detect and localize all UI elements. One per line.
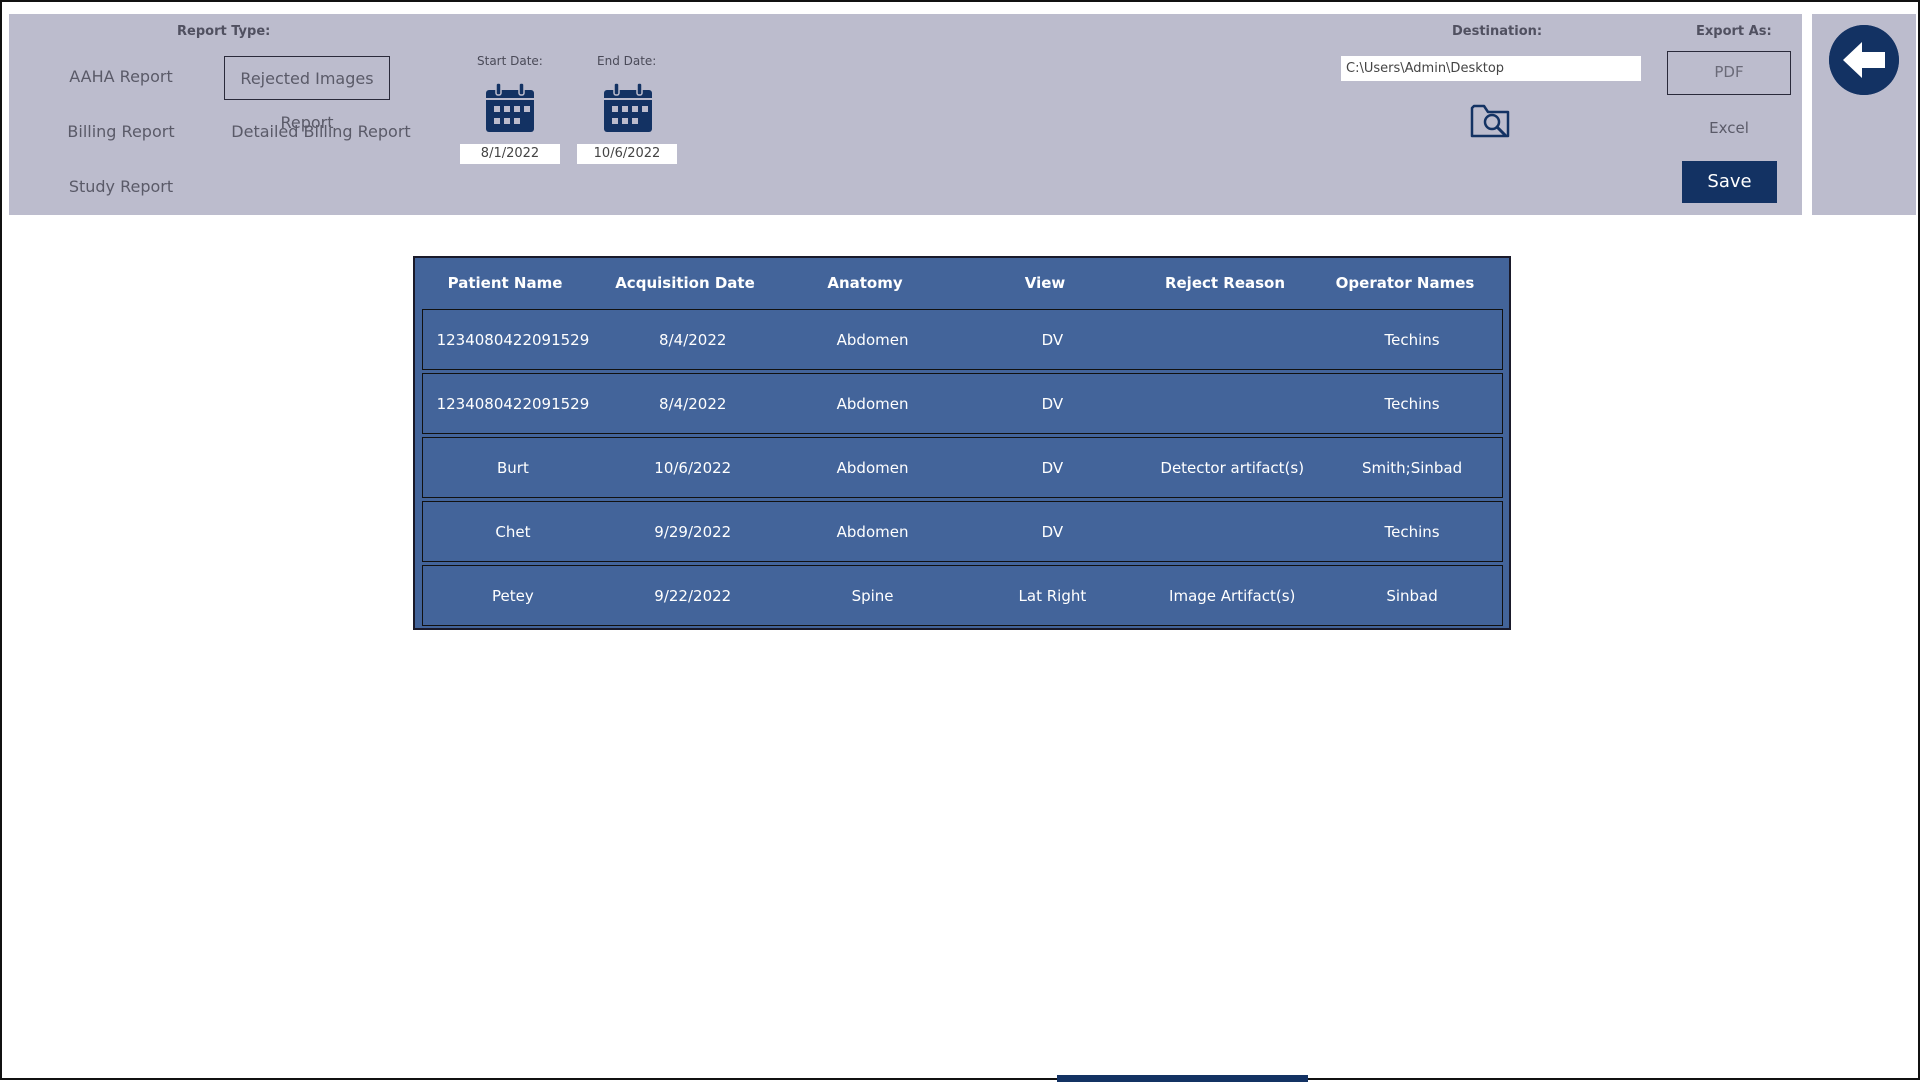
cell-patient-name: Petey — [492, 586, 534, 605]
export-as-label: Export As: — [1696, 24, 1772, 39]
rejected-images-table: Patient Name Acquisition Date Anatomy Vi… — [413, 256, 1511, 630]
cell-view: Lat Right — [1018, 586, 1087, 605]
folder-search-icon[interactable] — [1470, 102, 1514, 140]
cell-patient-name: 1234080422091529 — [436, 394, 590, 413]
report-type-heading: Report Type: — [177, 24, 271, 39]
bottom-scroll-indicator[interactable] — [1057, 1075, 1308, 1082]
export-excel-option[interactable]: Excel — [1667, 115, 1791, 141]
column-header-operator-names[interactable]: Operator Names — [1315, 274, 1495, 292]
report-option-study[interactable]: Study Report — [53, 165, 189, 209]
column-header-reject-reason[interactable]: Reject Reason — [1135, 274, 1315, 292]
cell-patient-name: Burt — [496, 458, 529, 477]
cell-anatomy: Abdomen — [836, 330, 909, 349]
end-date-value[interactable]: 10/6/2022 — [577, 144, 677, 164]
cell-acquisition-date: 8/4/2022 — [659, 330, 727, 349]
column-header-patient-name[interactable]: Patient Name — [415, 274, 595, 292]
destination-path-input[interactable] — [1341, 56, 1641, 81]
end-calendar-icon[interactable] — [602, 82, 654, 134]
end-date-label: End Date: — [597, 54, 657, 68]
cell-patient-name: Chet — [495, 522, 531, 541]
column-header-acquisition-date[interactable]: Acquisition Date — [595, 274, 775, 292]
cell-operator-names: Techins — [1384, 330, 1440, 349]
table-row[interactable]: Burt 10/6/2022 Abdomen DV Detector artif… — [422, 437, 1503, 498]
report-option-rejected-images[interactable]: Rejected Images Report — [224, 56, 390, 132]
report-option-detailed-billing[interactable]: Detailed Billing Report — [231, 110, 411, 154]
report-option-aaha[interactable]: AAHA Report — [53, 55, 189, 99]
table-row[interactable]: 1234080422091529 8/4/2022 Abdomen DV Tec… — [422, 373, 1503, 434]
cell-view: DV — [1041, 522, 1064, 541]
cell-operator-names: Smith;Sinbad — [1361, 458, 1463, 477]
start-calendar-icon[interactable] — [484, 82, 536, 134]
cell-operator-names: Techins — [1384, 394, 1440, 413]
save-button[interactable]: Save — [1682, 161, 1777, 203]
column-header-view[interactable]: View — [955, 274, 1135, 292]
cell-anatomy: Abdomen — [836, 522, 909, 541]
cell-acquisition-date: 9/29/2022 — [654, 522, 732, 541]
back-arrow-icon[interactable] — [1829, 25, 1899, 95]
destination-label: Destination: — [1452, 24, 1543, 39]
cell-view: DV — [1041, 394, 1064, 413]
table-row[interactable]: Petey 9/22/2022 Spine Lat Right Image Ar… — [422, 565, 1503, 626]
cell-view: DV — [1041, 458, 1064, 477]
cell-reject-reason: Detector artifact(s) — [1160, 458, 1305, 477]
cell-acquisition-date: 9/22/2022 — [654, 586, 732, 605]
cell-acquisition-date: 10/6/2022 — [654, 458, 732, 477]
cell-anatomy: Abdomen — [836, 394, 909, 413]
cell-reject-reason: Image Artifact(s) — [1169, 586, 1296, 605]
table-header: Patient Name Acquisition Date Anatomy Vi… — [415, 258, 1509, 308]
start-date-label: Start Date: — [477, 54, 543, 68]
table-row[interactable]: 1234080422091529 8/4/2022 Abdomen DV Tec… — [422, 309, 1503, 370]
cell-operator-names: Sinbad — [1386, 586, 1438, 605]
column-header-anatomy[interactable]: Anatomy — [775, 274, 955, 292]
cell-patient-name: 1234080422091529 — [436, 330, 590, 349]
cell-anatomy: Abdomen — [836, 458, 909, 477]
cell-anatomy: Spine — [851, 586, 894, 605]
cell-acquisition-date: 8/4/2022 — [659, 394, 727, 413]
table-row[interactable]: Chet 9/29/2022 Abdomen DV Techins — [422, 501, 1503, 562]
cell-view: DV — [1041, 330, 1064, 349]
start-date-value[interactable]: 8/1/2022 — [460, 144, 560, 164]
cell-operator-names: Techins — [1384, 522, 1440, 541]
export-pdf-option[interactable]: PDF — [1667, 51, 1791, 95]
report-options-panel: Report Type: AAHA Report Rejected Images… — [9, 14, 1802, 215]
report-option-billing[interactable]: Billing Report — [53, 110, 189, 154]
